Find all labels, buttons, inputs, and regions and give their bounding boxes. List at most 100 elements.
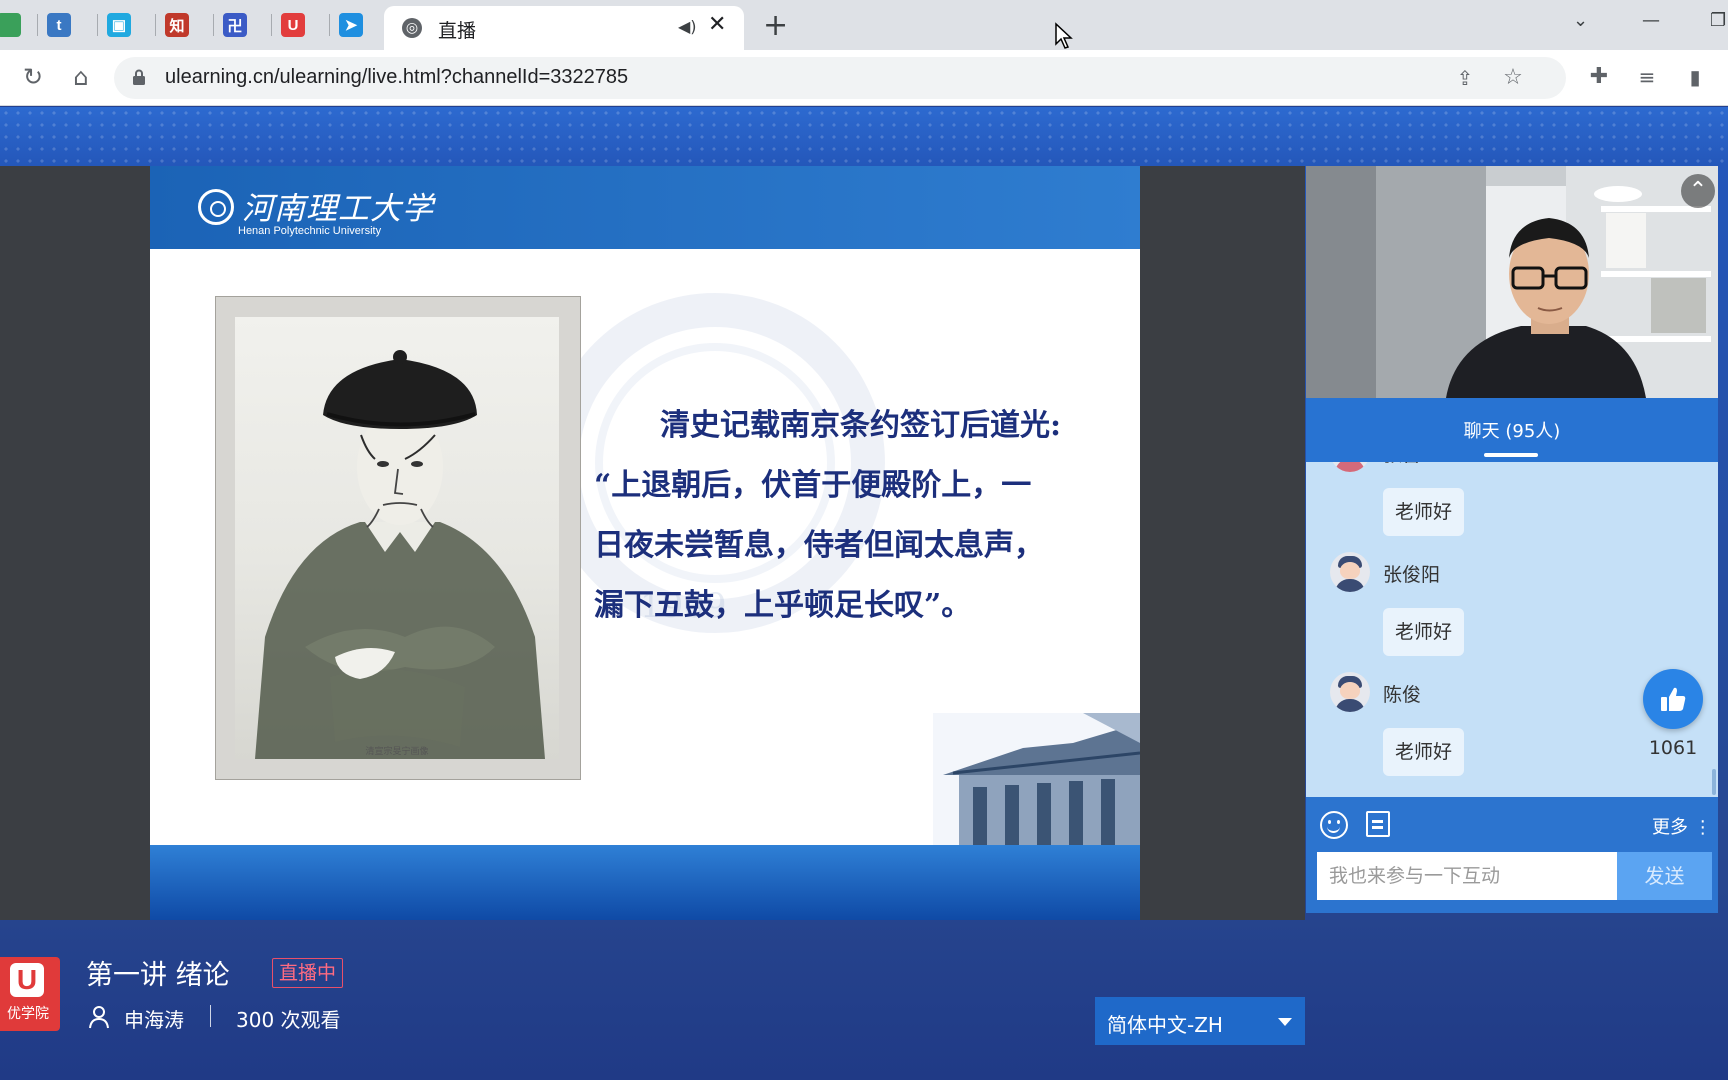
- chat-username: 张俊阳: [1383, 564, 1441, 586]
- pinned-tab[interactable]: [0, 8, 26, 42]
- map-icon: [0, 13, 21, 37]
- language-value: 简体中文-ZH: [1107, 1013, 1223, 1037]
- live-page: 河南理工大学 Henan Polytechnic University 1909: [0, 107, 1728, 1080]
- pinned-tab[interactable]: ▣: [102, 8, 136, 42]
- video-player[interactable]: 河南理工大学 Henan Polytechnic University 1909: [0, 166, 1305, 920]
- chat-bubble: 老师好: [1383, 488, 1465, 536]
- app-icon: 卍: [223, 13, 247, 37]
- address-bar[interactable]: ulearning.cn/ulearning/live.html?channel…: [114, 57, 1566, 99]
- teacher-camera[interactable]: ⌃: [1306, 166, 1718, 398]
- tab-separator: [155, 14, 156, 36]
- user-avatar: [1330, 672, 1370, 712]
- audio-playing-icon[interactable]: ◀): [678, 17, 697, 36]
- chat-bubble: 老师好: [1383, 728, 1465, 776]
- pinned-tab[interactable]: ➤: [334, 8, 368, 42]
- extensions-icon[interactable]: ✚: [1584, 62, 1614, 92]
- portrait-caption: 清宣宗旻宁画像: [365, 747, 429, 757]
- chat-footer: 更多 ⋮ 发送: [1306, 797, 1718, 913]
- thumbs-up-icon: [1661, 687, 1686, 711]
- camera-feed: [1306, 166, 1718, 398]
- person-icon: [89, 1006, 109, 1029]
- collapse-camera-icon[interactable]: ⌃: [1681, 174, 1715, 208]
- user-avatar: [1330, 552, 1370, 592]
- tab-title: 直播: [438, 20, 477, 42]
- pinned-tab[interactable]: t: [42, 8, 76, 42]
- view-count: 300 次观看: [236, 1008, 341, 1032]
- reload-icon[interactable]: ↻: [18, 62, 48, 92]
- pinned-tab[interactable]: U: [276, 8, 310, 42]
- chat-scrollbar[interactable]: [1712, 769, 1716, 795]
- quote-line: 日夜未尝暂息，侍者但闻太息声，: [594, 528, 1044, 563]
- tab-chat[interactable]: 聊天 (95人): [1306, 417, 1718, 443]
- globe-icon: ◎: [402, 18, 422, 38]
- chat-bubble: 老师好: [1383, 608, 1465, 656]
- tab-search-icon[interactable]: ⌄: [1573, 10, 1588, 31]
- pinned-tab[interactable]: 卍: [218, 8, 252, 42]
- more-label: 更多: [1652, 817, 1688, 838]
- chat-message: 张哲 老师好: [1306, 462, 1718, 552]
- chat-message: 张俊阳 老师好: [1306, 552, 1718, 672]
- zhihu-icon: 知: [165, 13, 189, 37]
- note-icon[interactable]: [1366, 811, 1390, 837]
- browser-tab-strip: t ▣ 知 卍 U ➤ ◎ 直播 ◀) ✕ + ⌄ — ❐: [0, 0, 1728, 50]
- ulearning-logo-icon: U: [10, 963, 44, 997]
- campus-building-illustration: [933, 713, 1140, 845]
- user-avatar: [1330, 462, 1370, 472]
- teacher-name: 申海涛: [124, 1008, 184, 1032]
- tab-separator: [329, 14, 330, 36]
- slide-quote: 清史记载南京条约签订后道光: “上退朝后，伏首于便殿阶上，一 日夜未尝暂息，侍者…: [594, 396, 1114, 636]
- lock-icon: [133, 69, 145, 85]
- more-button[interactable]: 更多 ⋮: [1652, 813, 1712, 839]
- browser-toolbar: ↻ ⌂ ulearning.cn/ulearning/live.html?cha…: [0, 50, 1728, 106]
- header-pattern: [0, 107, 1728, 167]
- brand-logo[interactable]: U 优学院: [0, 957, 60, 1031]
- like-count: 1061: [1648, 737, 1698, 759]
- close-tab-icon[interactable]: ✕: [708, 12, 726, 37]
- chat-input[interactable]: [1317, 852, 1617, 900]
- language-select[interactable]: 简体中文-ZH: [1095, 997, 1305, 1045]
- brand-name: 优学院: [7, 1006, 49, 1022]
- tab-active-indicator: [1484, 453, 1538, 457]
- quote-line: 清史记载南京条约签订后道光:: [660, 408, 1062, 443]
- slide-header: 河南理工大学 Henan Polytechnic University: [150, 166, 1140, 249]
- university-name-en: Henan Polytechnic University: [238, 225, 382, 237]
- send-button[interactable]: 发送: [1617, 852, 1712, 900]
- chevron-down-icon: [1278, 1018, 1292, 1026]
- meta-divider: [210, 1005, 211, 1027]
- new-tab-button[interactable]: +: [763, 8, 788, 43]
- media-control-icon[interactable]: ≡: [1632, 62, 1662, 92]
- course-title: 第一讲 绪论: [86, 960, 230, 991]
- bookmark-star-icon[interactable]: ☆: [1498, 63, 1528, 93]
- emperor-portrait: 清宣宗旻宁画像: [235, 317, 559, 759]
- bilibili-icon: ▣: [107, 13, 131, 37]
- home-icon[interactable]: ⌂: [66, 62, 96, 92]
- url-text: ulearning.cn/ulearning/live.html?channel…: [165, 66, 629, 88]
- tab-separator: [37, 14, 38, 36]
- active-tab[interactable]: ◎ 直播 ◀) ✕: [384, 6, 744, 50]
- chat-username: 张哲: [1383, 462, 1421, 467]
- pinned-tab[interactable]: 知: [160, 8, 194, 42]
- tab-separator: [271, 14, 272, 36]
- chat-username: 陈俊: [1383, 684, 1422, 706]
- like-button[interactable]: [1643, 669, 1703, 729]
- tab-separator: [213, 14, 214, 36]
- share-icon[interactable]: ⇪: [1450, 63, 1480, 93]
- chat-header: 聊天 (95人): [1306, 398, 1718, 462]
- emoji-icon[interactable]: [1320, 811, 1348, 839]
- portrait-drawing: [255, 350, 545, 759]
- minimize-icon[interactable]: —: [1642, 10, 1660, 31]
- university-seal-icon: [198, 189, 234, 225]
- quote-line: 漏下五鼓，上乎顿足长叹”。: [594, 588, 972, 623]
- bird-icon: ➤: [339, 13, 363, 37]
- slide: 河南理工大学 Henan Polytechnic University 1909: [150, 166, 1140, 920]
- tab-separator: [97, 14, 98, 36]
- tumblr-icon: t: [47, 13, 71, 37]
- ulearning-icon: U: [281, 13, 305, 37]
- live-status-badge: 直播中: [272, 958, 344, 988]
- restore-icon[interactable]: ❐: [1710, 10, 1726, 31]
- slide-footer: [150, 845, 1140, 920]
- mouse-cursor-icon: [1055, 22, 1073, 49]
- university-name-cn: 河南理工大学: [242, 191, 434, 227]
- quote-line: “上退朝后，伏首于便殿阶上，一: [594, 468, 1032, 503]
- side-panel-icon[interactable]: ▮: [1680, 62, 1710, 92]
